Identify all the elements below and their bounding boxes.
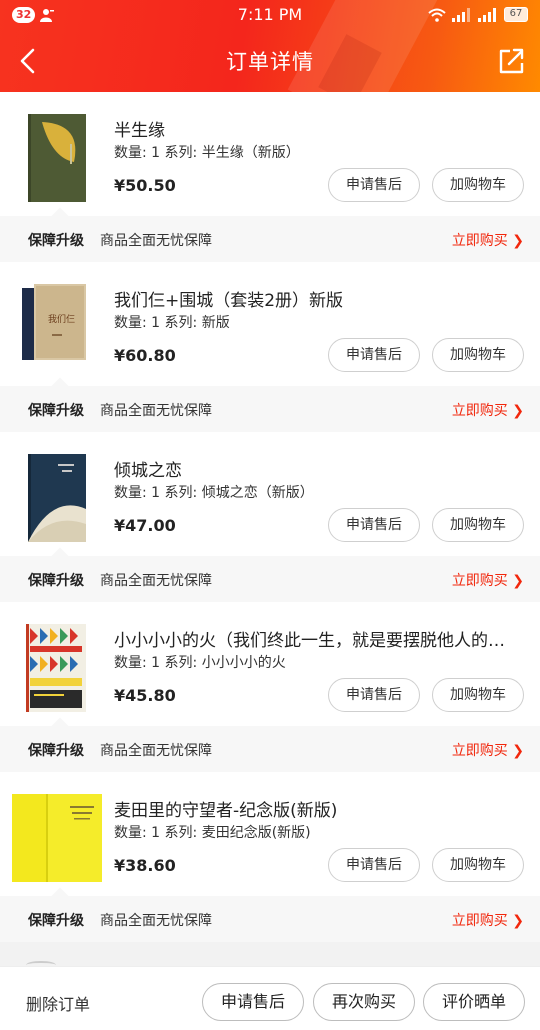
buy-now-link[interactable]: 立即购买 ❯ — [452, 740, 524, 760]
product-meta: 数量: 1 系列: 半生缘（新版） — [114, 145, 300, 161]
signal-icon — [452, 7, 470, 22]
add-to-cart-button[interactable]: 加购物车 — [432, 338, 524, 372]
product-meta: 数量: 1 系列: 新版 — [114, 315, 230, 331]
guarantee-label: 保障升级 — [28, 573, 84, 589]
guarantee-label: 保障升级 — [28, 233, 84, 249]
product-meta: 数量: 1 系列: 麦田纪念版(新版) — [114, 825, 311, 841]
after-sale-button[interactable]: 申请售后 — [328, 338, 420, 372]
product-title[interactable]: 麦田里的守望者-纪念版(新版) — [114, 796, 524, 821]
delete-order-button[interactable]: 删除订单 — [26, 991, 90, 1015]
guarantee-label: 保障升级 — [28, 743, 84, 759]
buy-now-link[interactable]: 立即购买 ❯ — [452, 910, 524, 930]
guarantee-row[interactable]: 保障升级 商品全面无忧保障 立即购买 ❯ — [0, 556, 540, 602]
guarantee-text: 商品全面无忧保障 — [100, 573, 212, 589]
product-title[interactable]: 小小小小的火（我们终此一生，就是要摆脱他人的… — [114, 626, 524, 651]
nav-bar: 订单详情 — [0, 30, 540, 92]
guarantee-label: 保障升级 — [28, 403, 84, 419]
book-cover-image[interactable]: 我们仨 — [22, 284, 92, 372]
battery-icon: 67 — [504, 7, 528, 22]
order-item: 我们仨 我们仨+围城（套装2册）新版 数量: 1 系列: 新版 ¥60.80 申… — [0, 262, 540, 432]
product-price: ¥60.80 — [114, 346, 176, 365]
book-cover-image[interactable] — [22, 454, 92, 542]
book-cover-image[interactable] — [12, 794, 104, 882]
buy-now-link[interactable]: 立即购买 ❯ — [452, 400, 524, 420]
product-title[interactable]: 倾城之恋 — [114, 456, 524, 481]
after-sale-button[interactable]: 申请售后 — [328, 508, 420, 542]
guarantee-row[interactable]: 保障升级 商品全面无忧保障 立即购买 ❯ — [0, 216, 540, 262]
header: 32 7:11 PM 67 订单详情 — [0, 0, 540, 92]
guarantee-row[interactable]: 保障升级 商品全面无忧保障 立即购买 ❯ — [0, 726, 540, 772]
product-row[interactable]: 麦田里的守望者-纪念版(新版) 数量: 1 系列: 麦田纪念版(新版) ¥38.… — [0, 772, 540, 895]
product-price: ¥38.60 — [114, 856, 176, 875]
order-item: 小小小小的火（我们终此一生，就是要摆脱他人的… 数量: 1 系列: 小小小小的火… — [0, 602, 540, 772]
order-item: 半生缘 数量: 1 系列: 半生缘（新版） ¥50.50 申请售后 加购物车 保… — [0, 92, 540, 262]
status-icons: 67 — [428, 7, 528, 22]
product-meta: 数量: 1 系列: 小小小小的火 — [114, 655, 286, 671]
product-title[interactable]: 半生缘 — [114, 116, 524, 141]
guarantee-row[interactable]: 保障升级 商品全面无忧保障 立即购买 ❯ — [0, 386, 540, 432]
order-item: 倾城之恋 数量: 1 系列: 倾城之恋（新版） ¥47.00 申请售后 加购物车… — [0, 432, 540, 602]
signal-icon-2 — [478, 7, 496, 22]
review-button[interactable]: 评价晒单 — [423, 983, 525, 1021]
add-to-cart-button[interactable]: 加购物车 — [432, 168, 524, 202]
order-item: 麦田里的守望者-纪念版(新版) 数量: 1 系列: 麦田纪念版(新版) ¥38.… — [0, 772, 540, 942]
status-bar: 32 7:11 PM 67 — [0, 0, 540, 30]
next-item-peek — [26, 961, 56, 969]
after-sale-button[interactable]: 申请售后 — [328, 168, 420, 202]
buy-again-button[interactable]: 再次购买 — [313, 983, 415, 1021]
guarantee-text: 商品全面无忧保障 — [100, 233, 212, 249]
guarantee-row[interactable]: 保障升级 商品全面无忧保障 立即购买 ❯ — [0, 896, 540, 942]
svg-text:我们仨: 我们仨 — [48, 313, 75, 325]
guarantee-label: 保障升级 — [28, 913, 84, 929]
after-sale-button[interactable]: 申请售后 — [202, 983, 304, 1021]
add-to-cart-button[interactable]: 加购物车 — [432, 848, 524, 882]
add-to-cart-button[interactable]: 加购物车 — [432, 678, 524, 712]
wifi-icon — [428, 8, 446, 22]
product-row[interactable]: 小小小小的火（我们终此一生，就是要摆脱他人的… 数量: 1 系列: 小小小小的火… — [0, 602, 540, 725]
after-sale-button[interactable]: 申请售后 — [328, 848, 420, 882]
product-row[interactable]: 我们仨 我们仨+围城（套装2册）新版 数量: 1 系列: 新版 ¥60.80 申… — [0, 262, 540, 385]
bottom-action-bar: 删除订单 申请售后 再次购买 评价晒单 — [0, 961, 540, 1030]
product-price: ¥45.80 — [114, 686, 176, 705]
product-row[interactable]: 半生缘 数量: 1 系列: 半生缘（新版） ¥50.50 申请售后 加购物车 — [0, 92, 540, 215]
guarantee-text: 商品全面无忧保障 — [100, 913, 212, 929]
product-price: ¥47.00 — [114, 516, 176, 535]
guarantee-text: 商品全面无忧保障 — [100, 403, 212, 419]
after-sale-button[interactable]: 申请售后 — [328, 678, 420, 712]
book-cover-image[interactable] — [22, 624, 92, 712]
buy-now-link[interactable]: 立即购买 ❯ — [452, 570, 524, 590]
product-meta: 数量: 1 系列: 倾城之恋（新版） — [114, 485, 314, 501]
share-icon[interactable] — [496, 46, 526, 76]
order-item-list: 半生缘 数量: 1 系列: 半生缘（新版） ¥50.50 申请售后 加购物车 保… — [0, 92, 540, 942]
product-row[interactable]: 倾城之恋 数量: 1 系列: 倾城之恋（新版） ¥47.00 申请售后 加购物车 — [0, 432, 540, 555]
add-to-cart-button[interactable]: 加购物车 — [432, 508, 524, 542]
product-title[interactable]: 我们仨+围城（套装2册）新版 — [114, 286, 524, 311]
guarantee-text: 商品全面无忧保障 — [100, 743, 212, 759]
page-title: 订单详情 — [226, 50, 314, 74]
product-price: ¥50.50 — [114, 176, 176, 195]
buy-now-link[interactable]: 立即购买 ❯ — [452, 230, 524, 250]
book-cover-image[interactable] — [22, 114, 92, 202]
